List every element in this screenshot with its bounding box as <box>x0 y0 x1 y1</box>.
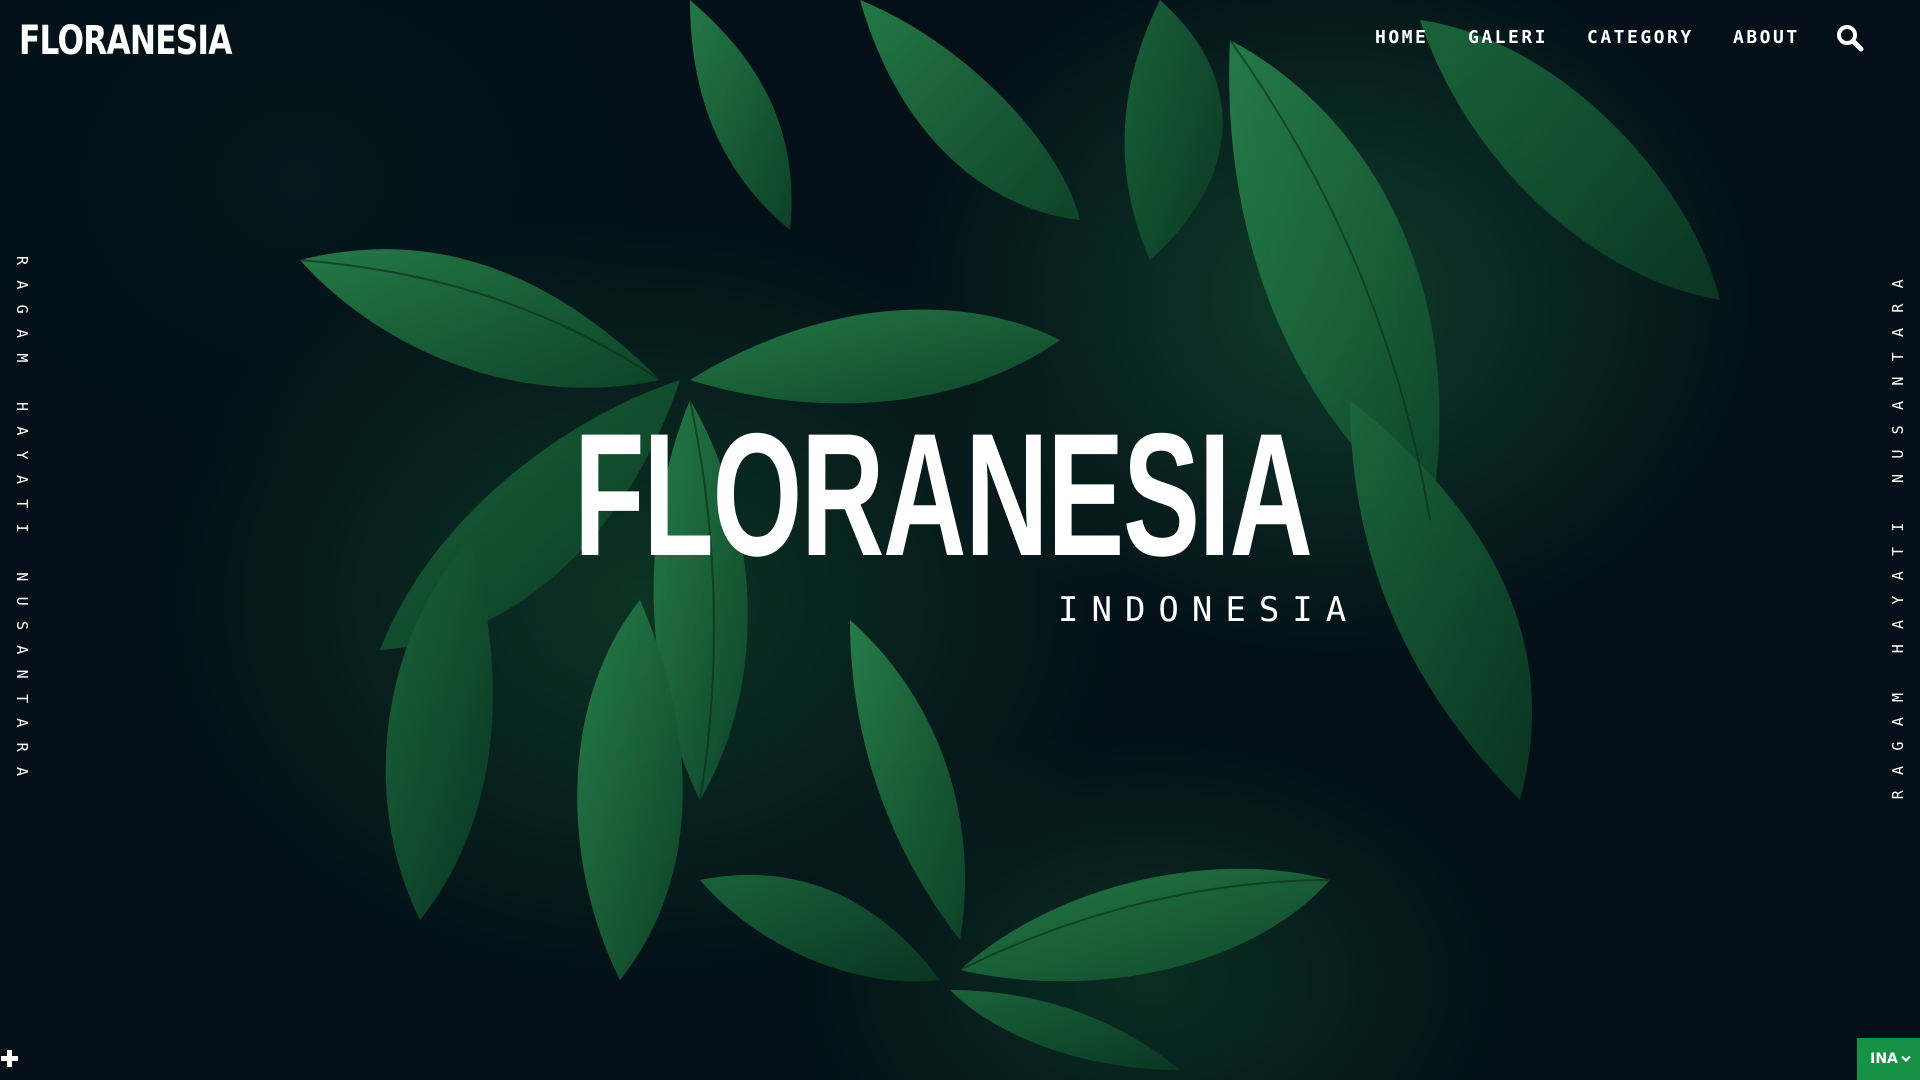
side-text-right: RAGAM HAYATI NUSANTARA <box>1889 264 1907 800</box>
nav-category[interactable]: CATEGORY <box>1587 26 1694 50</box>
hero-page: FLORANESIA HOME GALERI CATEGORY ABOUT FL… <box>0 0 1920 1080</box>
plus-icon[interactable] <box>0 1046 20 1070</box>
site-logo[interactable]: FLORANESIA <box>19 19 232 63</box>
language-label: INA <box>1870 1051 1898 1067</box>
side-text-left: RAGAM HAYATI NUSANTARA <box>13 256 31 792</box>
nav-galeri[interactable]: GALERI <box>1468 26 1548 50</box>
chevron-down-icon <box>1901 1055 1911 1063</box>
search-icon[interactable] <box>1836 24 1864 52</box>
language-select[interactable]: INA <box>1857 1038 1920 1080</box>
nav-home[interactable]: HOME <box>1375 26 1428 50</box>
hero-title: FLORANESIA <box>574 398 1313 593</box>
hero-subtitle: INDONESIA <box>1058 590 1360 630</box>
nav-about[interactable]: ABOUT <box>1733 26 1800 50</box>
